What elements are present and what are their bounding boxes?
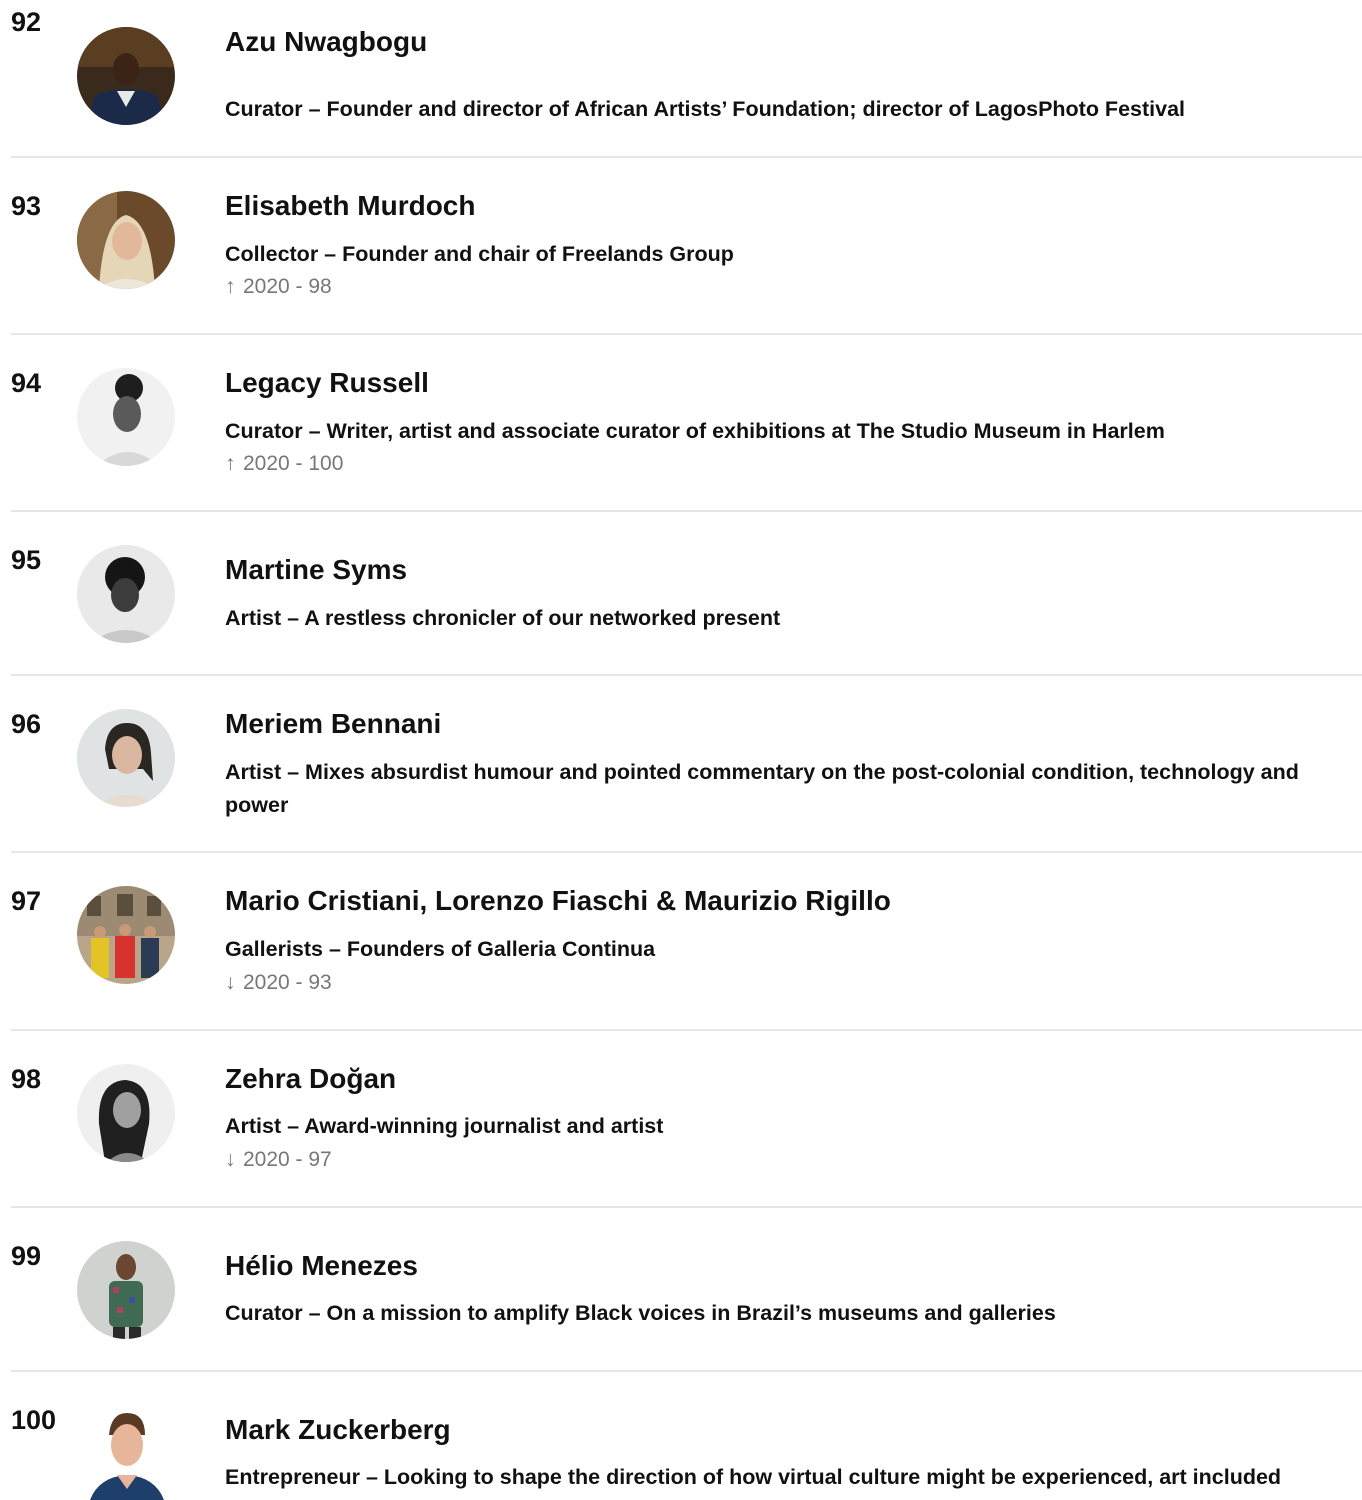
avatar[interactable] [77,1064,175,1162]
ranking-change: ↓ 2020 - 97 [225,1149,332,1170]
avatar[interactable] [77,27,175,125]
divider [11,333,1362,335]
person-name[interactable]: Mark Zuckerberg [225,1414,451,1446]
rank-number: 98 [11,1064,42,1094]
rank-number: 99 [11,1241,42,1271]
person-role: Curator – On a mission to amplify Black … [225,1301,1056,1325]
person-name[interactable]: Meriem Bennani [225,708,441,740]
person-role: Artist – A restless chronicler of our ne… [225,606,781,630]
ranking-change-text: 2020 - 97 [243,1148,332,1171]
divider [11,510,1362,512]
arrow-up-icon: ↑ [225,452,236,475]
group-portrait-photo-icon [77,886,175,984]
person-name[interactable]: Elisabeth Murdoch [225,190,475,222]
ranking-change-text: 2020 - 93 [243,971,332,994]
rank-number: 94 [11,368,42,398]
avatar[interactable] [77,1241,175,1339]
person-name[interactable]: Azu Nwagbogu [225,26,427,58]
rank-number: 92 [11,7,42,37]
rank-number: 97 [11,886,42,916]
person-role: Artist – Award-winning journalist and ar… [225,1114,664,1138]
portrait-woman-blonde-photo-icon [77,191,175,289]
avatar[interactable] [77,1405,175,1500]
person-name[interactable]: Mario Cristiani, Lorenzo Fiaschi & Mauri… [225,885,891,917]
ranking-change: ↓ 2020 - 93 [225,972,332,993]
portrait-woman-photo-icon [77,709,175,807]
person-role: Curator – Writer, artist and associate c… [225,419,1165,443]
ranked-people-list: 92 Azu Nwagbogu Curator – Founder and di… [0,0,1362,1500]
person-role: Collector – Founder and chair of Freelan… [225,242,734,266]
portrait-woman-bw-photo-icon [77,545,175,643]
avatar[interactable] [77,545,175,643]
avatar[interactable] [77,886,175,984]
arrow-down-icon: ↓ [225,971,236,994]
avatar[interactable] [77,709,175,807]
person-role: Curator – Founder and director of Africa… [225,97,1186,121]
divider [11,674,1362,676]
portrait-man-photo-icon [77,1405,175,1500]
portrait-man-suit-photo-icon [77,27,175,125]
portrait-man-patterned-shirt-photo-icon [77,1241,175,1339]
person-role: Entrepreneur – Looking to shape the dire… [225,1465,1282,1489]
person-role: Gallerists – Founders of Galleria Contin… [225,937,656,961]
person-name[interactable]: Zehra Doğan [225,1063,396,1095]
rank-number: 95 [11,545,42,575]
ranking-change-text: 2020 - 100 [243,452,344,475]
divider [11,156,1362,158]
arrow-down-icon: ↓ [225,1148,236,1171]
arrow-up-icon: ↑ [225,275,236,298]
rank-number: 100 [11,1405,57,1435]
portrait-woman-bw-photo-icon [77,368,175,466]
avatar[interactable] [77,368,175,466]
person-name[interactable]: Hélio Menezes [225,1250,418,1282]
divider [11,1029,1362,1031]
person-name[interactable]: Legacy Russell [225,367,429,399]
ranking-change: ↑ 2020 - 100 [225,453,343,474]
portrait-woman-bw-photo-icon [77,1064,175,1162]
divider [11,851,1362,853]
rank-number: 96 [11,709,42,739]
divider [11,1370,1362,1372]
ranking-change-text: 2020 - 98 [243,275,332,298]
avatar[interactable] [77,191,175,289]
rank-number: 93 [11,191,42,221]
person-name[interactable]: Martine Syms [225,554,407,586]
ranking-change: ↑ 2020 - 98 [225,276,332,297]
person-role: Artist – Mixes absurdist humour and poin… [225,760,1299,817]
divider [11,1206,1362,1208]
